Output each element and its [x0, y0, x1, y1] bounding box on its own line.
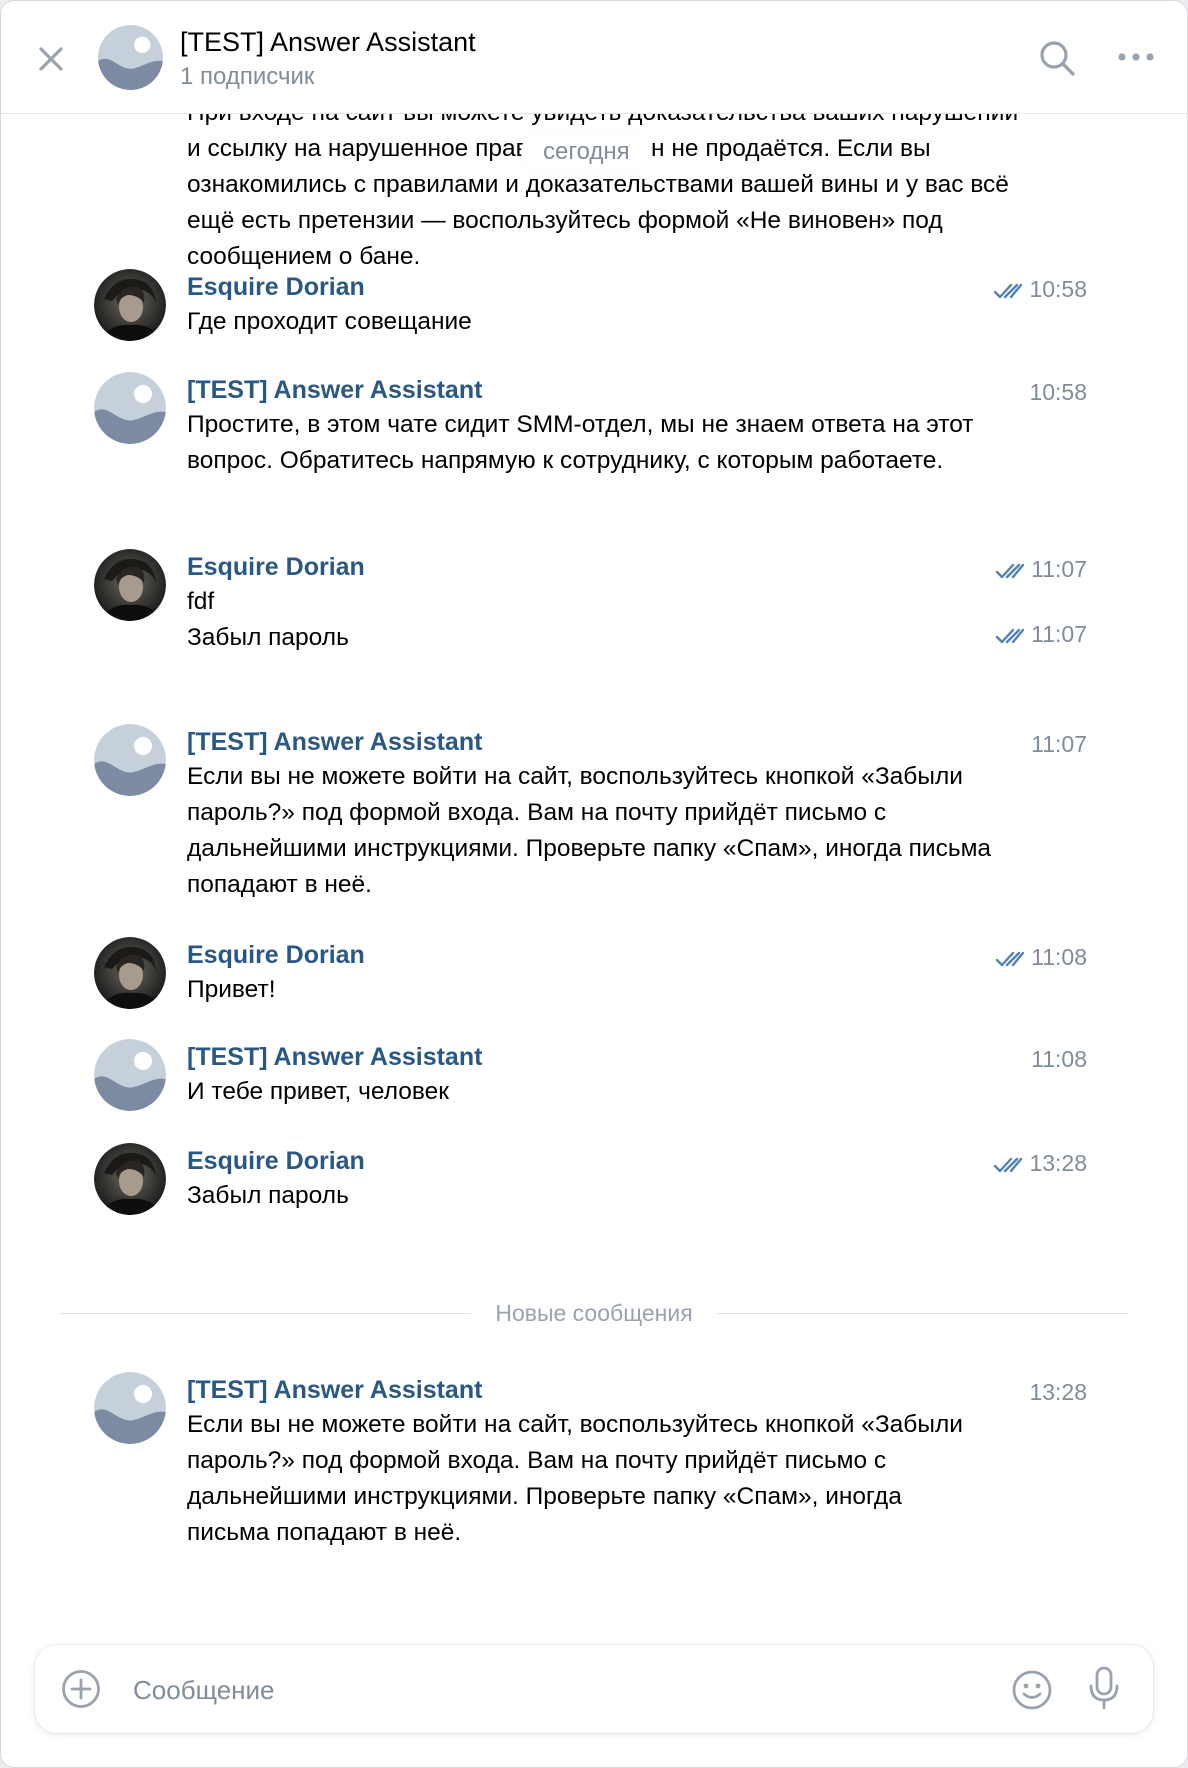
- bot-avatar[interactable]: [94, 724, 166, 796]
- more-button[interactable]: [1114, 45, 1158, 69]
- bot-avatar[interactable]: [94, 1039, 166, 1111]
- message-text: Забыл пароль: [187, 1182, 349, 1209]
- bot-avatar[interactable]: [94, 1372, 166, 1444]
- microphone-icon: [1089, 1666, 1119, 1710]
- search-button[interactable]: [1036, 37, 1078, 79]
- date-separator: сегодня: [521, 131, 652, 173]
- chat-title[interactable]: [TEST] Answer Assistant: [180, 27, 476, 58]
- message-author[interactable]: Esquire Dorian: [187, 553, 365, 582]
- close-icon: [39, 47, 63, 71]
- add-attachment-icon: [62, 1670, 100, 1708]
- emoji-button[interactable]: [1011, 1669, 1053, 1711]
- message-history[interactable]: При входе на сайт вы можете увидеть дока…: [1, 114, 1187, 1644]
- chat-subtitle[interactable]: 1 подписчик: [180, 63, 314, 91]
- user-avatar[interactable]: [94, 1143, 166, 1215]
- read-receipt-icon: [995, 951, 1025, 967]
- user-avatar[interactable]: [94, 269, 166, 341]
- message-text: Если вы не можете войти на сайт, восполь…: [187, 763, 992, 898]
- message-input[interactable]: [131, 1667, 1015, 1713]
- chat-window: [TEST] Answer Assistant 1 подписчик При …: [0, 0, 1188, 1768]
- community-avatar[interactable]: [98, 25, 163, 90]
- read-receipt-icon: [994, 283, 1023, 299]
- search-icon: [1040, 41, 1075, 76]
- chat-header: [TEST] Answer Assistant 1 подписчик: [1, 1, 1187, 114]
- message-author[interactable]: [TEST] Answer Assistant: [187, 1376, 482, 1405]
- read-receipt-icon: [995, 563, 1025, 579]
- user-avatar[interactable]: [94, 937, 166, 1009]
- bot-avatar[interactable]: [94, 372, 166, 444]
- close-button[interactable]: [29, 37, 73, 81]
- message-author[interactable]: Esquire Dorian: [187, 941, 365, 970]
- message-author[interactable]: Esquire Dorian: [187, 273, 365, 302]
- new-messages-divider: Новые сообщения: [59, 1299, 1129, 1329]
- bot-avatar-icon: [94, 724, 166, 796]
- message-composer: [35, 1645, 1153, 1733]
- bot-avatar-icon: [94, 1372, 166, 1444]
- message-text: fdf: [187, 588, 215, 615]
- read-receipt-icon: [994, 1157, 1023, 1173]
- message-text: Привет!: [187, 976, 276, 1003]
- user-photo-icon: [94, 549, 166, 621]
- message-time: 11:08: [995, 944, 1087, 971]
- user-photo-icon: [94, 937, 166, 1009]
- more-icon: [1118, 53, 1154, 61]
- message-time: 13:28: [993, 1150, 1087, 1177]
- message-text: Забыл пароль: [187, 624, 349, 651]
- message-time: 11:07: [1031, 731, 1087, 757]
- emoji-icon: [1012, 1670, 1052, 1710]
- message-author[interactable]: [TEST] Answer Assistant: [187, 728, 482, 757]
- message-time: 10:58: [993, 276, 1087, 303]
- message-author[interactable]: [TEST] Answer Assistant: [187, 376, 482, 405]
- message-text: Где проходит совещание: [187, 308, 472, 335]
- user-avatar[interactable]: [94, 549, 166, 621]
- voice-message-button[interactable]: [1087, 1665, 1121, 1711]
- user-photo-icon: [94, 1143, 166, 1215]
- user-photo-icon: [94, 269, 166, 341]
- message-text: Если вы не можете войти на сайт, восполь…: [187, 1411, 963, 1546]
- divider-line-right: [717, 1313, 1129, 1314]
- message-author[interactable]: Esquire Dorian: [187, 1147, 365, 1176]
- bot-avatar-icon: [94, 372, 166, 444]
- bot-avatar-icon: [98, 25, 163, 90]
- message-time: 11:08: [1031, 1046, 1087, 1072]
- message-time: 13:28: [1029, 1379, 1087, 1405]
- message-text: Простите, в этом чате сидит SMM-отдел, м…: [187, 411, 974, 474]
- message-author[interactable]: [TEST] Answer Assistant: [187, 1043, 482, 1072]
- attach-button[interactable]: [61, 1669, 101, 1709]
- bot-avatar-icon: [94, 1039, 166, 1111]
- message-time: 10:58: [1029, 379, 1087, 405]
- message-time: 11:07: [995, 556, 1087, 583]
- message-text: И тебе привет, человек: [187, 1078, 450, 1105]
